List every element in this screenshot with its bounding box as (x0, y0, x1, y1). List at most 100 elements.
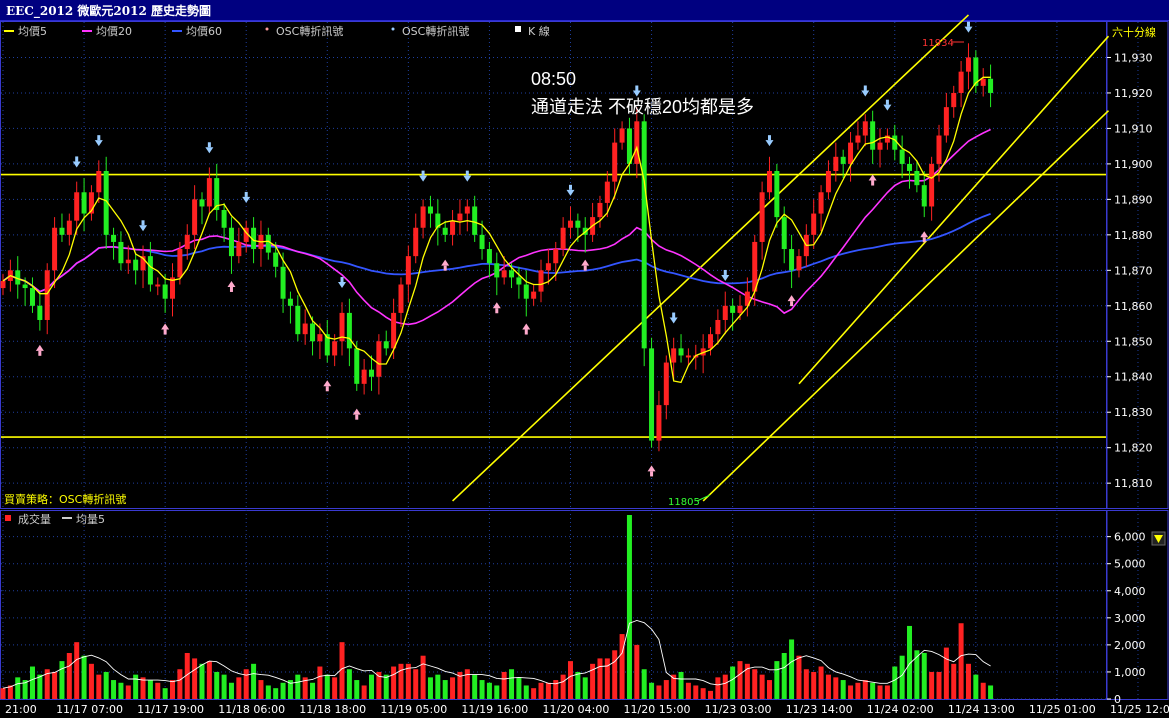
legend-square-swatch (5, 515, 11, 521)
time-tick-label: 11/19 05:00 (380, 703, 447, 716)
volume-bar (199, 663, 205, 699)
candle-body (509, 270, 515, 278)
price-tick-label: 11,920 (1114, 87, 1153, 100)
volume-bar (420, 655, 426, 699)
sell-arrow-icon (94, 140, 103, 147)
channel-line (452, 14, 970, 502)
candle-body (649, 348, 655, 441)
volume-ma-line-group (2, 620, 991, 689)
volume-bar (435, 674, 441, 699)
candle-body (612, 142, 618, 182)
candle-body (354, 348, 360, 384)
candle-body (825, 170, 831, 193)
candle-body (553, 249, 559, 264)
buy-arrow-stem (650, 471, 654, 477)
volume-bar (133, 674, 139, 699)
candle-body (980, 78, 986, 86)
candle-body (37, 305, 43, 320)
legend-label: 均量5 (76, 513, 105, 526)
price-tick-label: 11,830 (1114, 406, 1153, 419)
candle-body (236, 241, 242, 257)
volume-bar (295, 674, 301, 699)
candle-body (862, 121, 868, 136)
price-tick-label: 11,930 (1114, 51, 1153, 64)
candle-body (398, 284, 404, 313)
volume-bar (88, 663, 94, 699)
price-tick-label: 11,840 (1114, 371, 1153, 384)
candle-body (818, 192, 824, 214)
volume-bar (52, 671, 58, 699)
candle-body (641, 121, 647, 349)
volume-bar (125, 685, 131, 699)
volume-bar (914, 650, 920, 699)
volume-bar (531, 688, 537, 699)
sell-arrow-icon (419, 175, 428, 182)
volume-bar (147, 680, 153, 699)
volume-bar (81, 655, 87, 699)
candle-body (317, 334, 323, 342)
price-tick-label: 11,860 (1114, 300, 1153, 313)
sell-arrow-icon (765, 140, 774, 147)
channel-line (702, 110, 1110, 502)
price-tick-label: 11,850 (1114, 335, 1153, 348)
candle-body (0, 280, 6, 289)
time-tick-label: 11/17 19:00 (137, 703, 204, 716)
volume-bar (155, 682, 161, 699)
candle-body (833, 156, 839, 171)
volume-bar (759, 674, 765, 699)
volume-bars (0, 515, 994, 699)
volume-bar (833, 677, 839, 699)
volume-bar (29, 666, 35, 699)
time-tick-label: 11/25 01:00 (1029, 703, 1096, 716)
ma5-line (2, 76, 991, 384)
sell-arrow-stem (885, 99, 889, 105)
volume-bar (111, 680, 117, 699)
buy-arrow-stem (163, 329, 167, 335)
price-tick-label: 11,810 (1114, 477, 1153, 490)
legend-label: OSC轉折訊號 (402, 24, 469, 38)
volume-bar (450, 677, 456, 699)
sell-arrow-icon (721, 274, 730, 281)
volume-bar (251, 663, 257, 699)
volume-bar (634, 644, 640, 699)
volume-bar (855, 682, 861, 699)
buy-arrow-stem (871, 180, 875, 186)
volume-bar (685, 682, 691, 699)
sell-arrow-stem (340, 277, 344, 283)
candle-body (442, 227, 448, 235)
volume-bar (649, 682, 655, 699)
candle-body (678, 348, 684, 356)
sell-arrow-stem (421, 170, 425, 176)
candle-body (96, 170, 102, 193)
candle-body (427, 206, 433, 214)
volume-bar (663, 680, 669, 699)
candle-body (663, 362, 669, 406)
candle-body (155, 284, 161, 287)
candle-body (464, 206, 470, 214)
time-tick-label: 11/24 02:00 (867, 703, 934, 716)
volume-bar (575, 671, 581, 699)
candle-body (420, 206, 426, 228)
buy-arrow-icon (323, 380, 332, 387)
volume-bar (818, 666, 824, 699)
candle-body (457, 213, 463, 221)
time-tick-label: 11/17 07:00 (56, 703, 123, 716)
volume-panel-dropdown[interactable] (1151, 531, 1166, 546)
legend-dot-swatch (265, 27, 269, 31)
candle-body (332, 341, 338, 356)
sell-arrow-stem (767, 135, 771, 141)
candle-body (715, 319, 721, 335)
volume-bar (678, 671, 684, 699)
volume-bar (656, 685, 662, 699)
volume-bar (884, 685, 890, 699)
buy-arrow-stem (443, 265, 447, 271)
legend-label: 均價60 (186, 24, 222, 38)
legend-dot-swatch (391, 27, 395, 31)
volume-bar (708, 690, 714, 699)
volume-bar (0, 688, 6, 699)
candle-body (567, 220, 573, 228)
legend-label: K 線 (528, 24, 550, 38)
volume-bar (700, 688, 706, 699)
sell-arrow-icon (463, 175, 472, 182)
volume-tick-label: 2,000 (1114, 639, 1146, 652)
